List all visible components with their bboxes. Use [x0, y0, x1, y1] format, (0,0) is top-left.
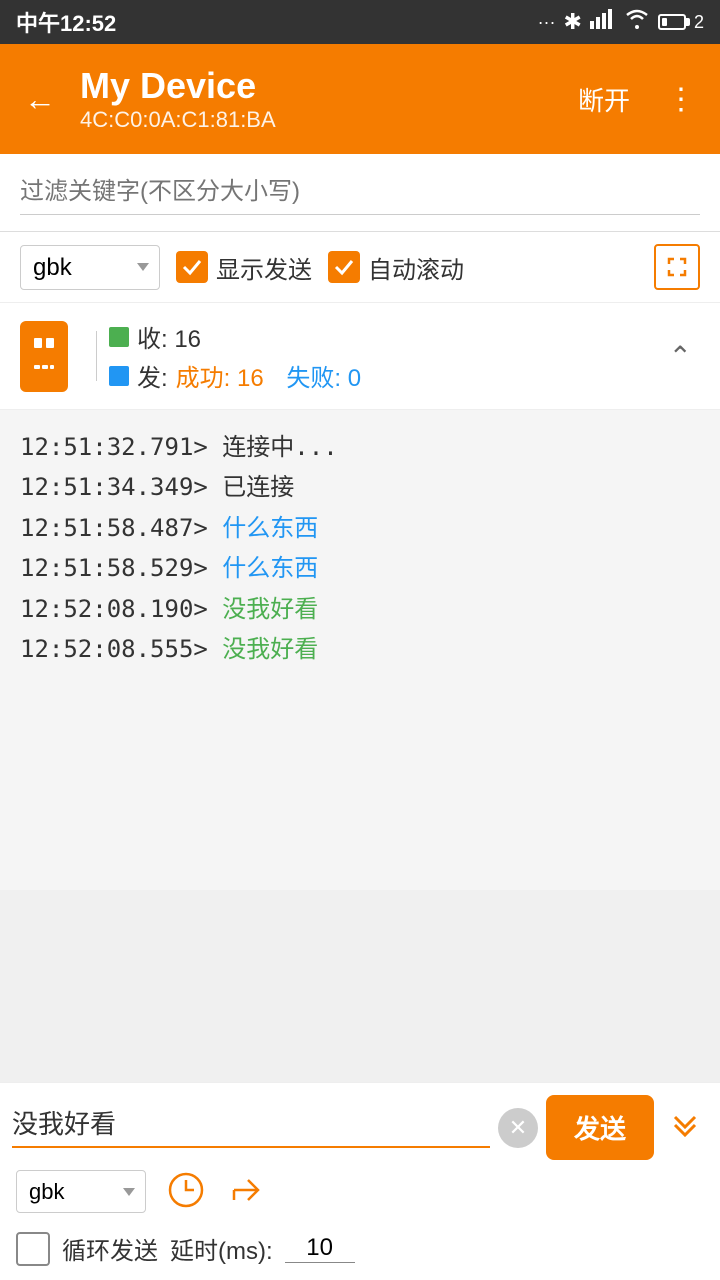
battery-icon	[658, 14, 686, 30]
bottom-controls: gbk utf-8 ascii	[0, 1160, 720, 1223]
signal-dots-icon: ···	[538, 12, 556, 33]
app-bar: ← My Device 4C:C0:0A:C1:81:BA 断开 ⋮	[0, 44, 720, 154]
divider	[96, 331, 97, 381]
auto-scroll-label: 自动滚动	[368, 250, 464, 285]
filter-row	[0, 154, 720, 232]
encoding-select-top[interactable]: gbk utf-8 ascii	[20, 245, 160, 290]
show-send-checkbox[interactable]	[176, 251, 208, 283]
send-dot	[109, 366, 129, 386]
mac-address: 4C:C0:0A:C1:81:BA	[80, 107, 550, 133]
wifi-icon	[624, 9, 650, 35]
recv-line: 收: 16	[109, 319, 661, 354]
disconnect-button[interactable]: 断开	[566, 73, 642, 126]
log-entry: 12:51:58.487> 什么东西	[20, 509, 700, 547]
delay-label: 延时(ms):	[170, 1231, 273, 1266]
send-button[interactable]: 发送	[546, 1095, 654, 1160]
send-line: 发: 成功: 16 失败: 0	[109, 358, 661, 393]
log-entry: 12:51:32.791> 连接中...	[20, 428, 700, 466]
recv-count: 收: 16	[137, 319, 201, 354]
log-entry: 12:52:08.190> 没我好看	[20, 590, 700, 628]
input-container: ✕ 发送	[0, 1083, 720, 1160]
back-button[interactable]: ←	[16, 73, 64, 126]
loop-send-label: 循环发送	[62, 1231, 158, 1266]
loop-send-checkbox[interactable]	[16, 1232, 50, 1266]
stats-buttons	[20, 321, 68, 392]
input-wrapper	[12, 1107, 490, 1148]
status-time: 中午12:52	[16, 6, 116, 38]
send-label-prefix: 发:	[137, 358, 168, 393]
stats-info: 收: 16 发: 成功: 16 失败: 0	[109, 315, 661, 397]
bluetooth-icon: ✱	[564, 9, 582, 35]
bottom-area: ✕ 发送 gbk utf-8 ascii	[0, 1082, 720, 1280]
device-name: My Device	[80, 65, 550, 107]
recv-dot	[109, 327, 129, 347]
log-entry: 12:52:08.555> 没我好看	[20, 630, 700, 668]
log-entry: 12:51:34.349> 已连接	[20, 468, 700, 506]
show-send-label: 显示发送	[216, 250, 312, 285]
more-button[interactable]: ⋮	[658, 74, 704, 125]
app-bar-title: My Device 4C:C0:0A:C1:81:BA	[80, 65, 550, 133]
send-fail-label: 失败: 0	[286, 358, 361, 393]
expand-down-button[interactable]	[662, 1104, 708, 1152]
send-success-label: 成功: 16	[176, 358, 264, 393]
fullscreen-button[interactable]	[654, 244, 700, 290]
log-area: 12:51:32.791> 连接中...12:51:34.349> 已连接12:…	[0, 410, 720, 890]
battery-level: 2	[694, 12, 704, 33]
encoding-select-bottom[interactable]: gbk utf-8 ascii	[16, 1170, 146, 1213]
send-icon-button[interactable]	[226, 1170, 266, 1213]
history-button[interactable]	[166, 1170, 206, 1213]
controls-row: gbk utf-8 ascii 显示发送 自动滚动	[0, 232, 720, 303]
status-icons: ··· ✱ 2	[538, 9, 704, 35]
message-input[interactable]	[12, 1107, 490, 1138]
loop-row: 循环发送 延时(ms):	[0, 1223, 720, 1280]
collapse-button[interactable]: ⌃	[661, 332, 700, 381]
log-entry: 12:51:58.529> 什么东西	[20, 549, 700, 587]
filter-input[interactable]	[20, 170, 700, 215]
auto-scroll-group: 自动滚动	[328, 250, 464, 285]
pause-button[interactable]	[20, 321, 68, 392]
clear-button[interactable]: ✕	[498, 1108, 538, 1148]
status-bar: 中午12:52 ··· ✱ 2	[0, 0, 720, 44]
auto-scroll-checkbox[interactable]	[328, 251, 360, 283]
show-send-group: 显示发送	[176, 250, 312, 285]
delay-input[interactable]	[285, 1234, 355, 1263]
stats-row: 收: 16 发: 成功: 16 失败: 0 ⌃	[0, 303, 720, 410]
signal-icon	[590, 9, 616, 35]
